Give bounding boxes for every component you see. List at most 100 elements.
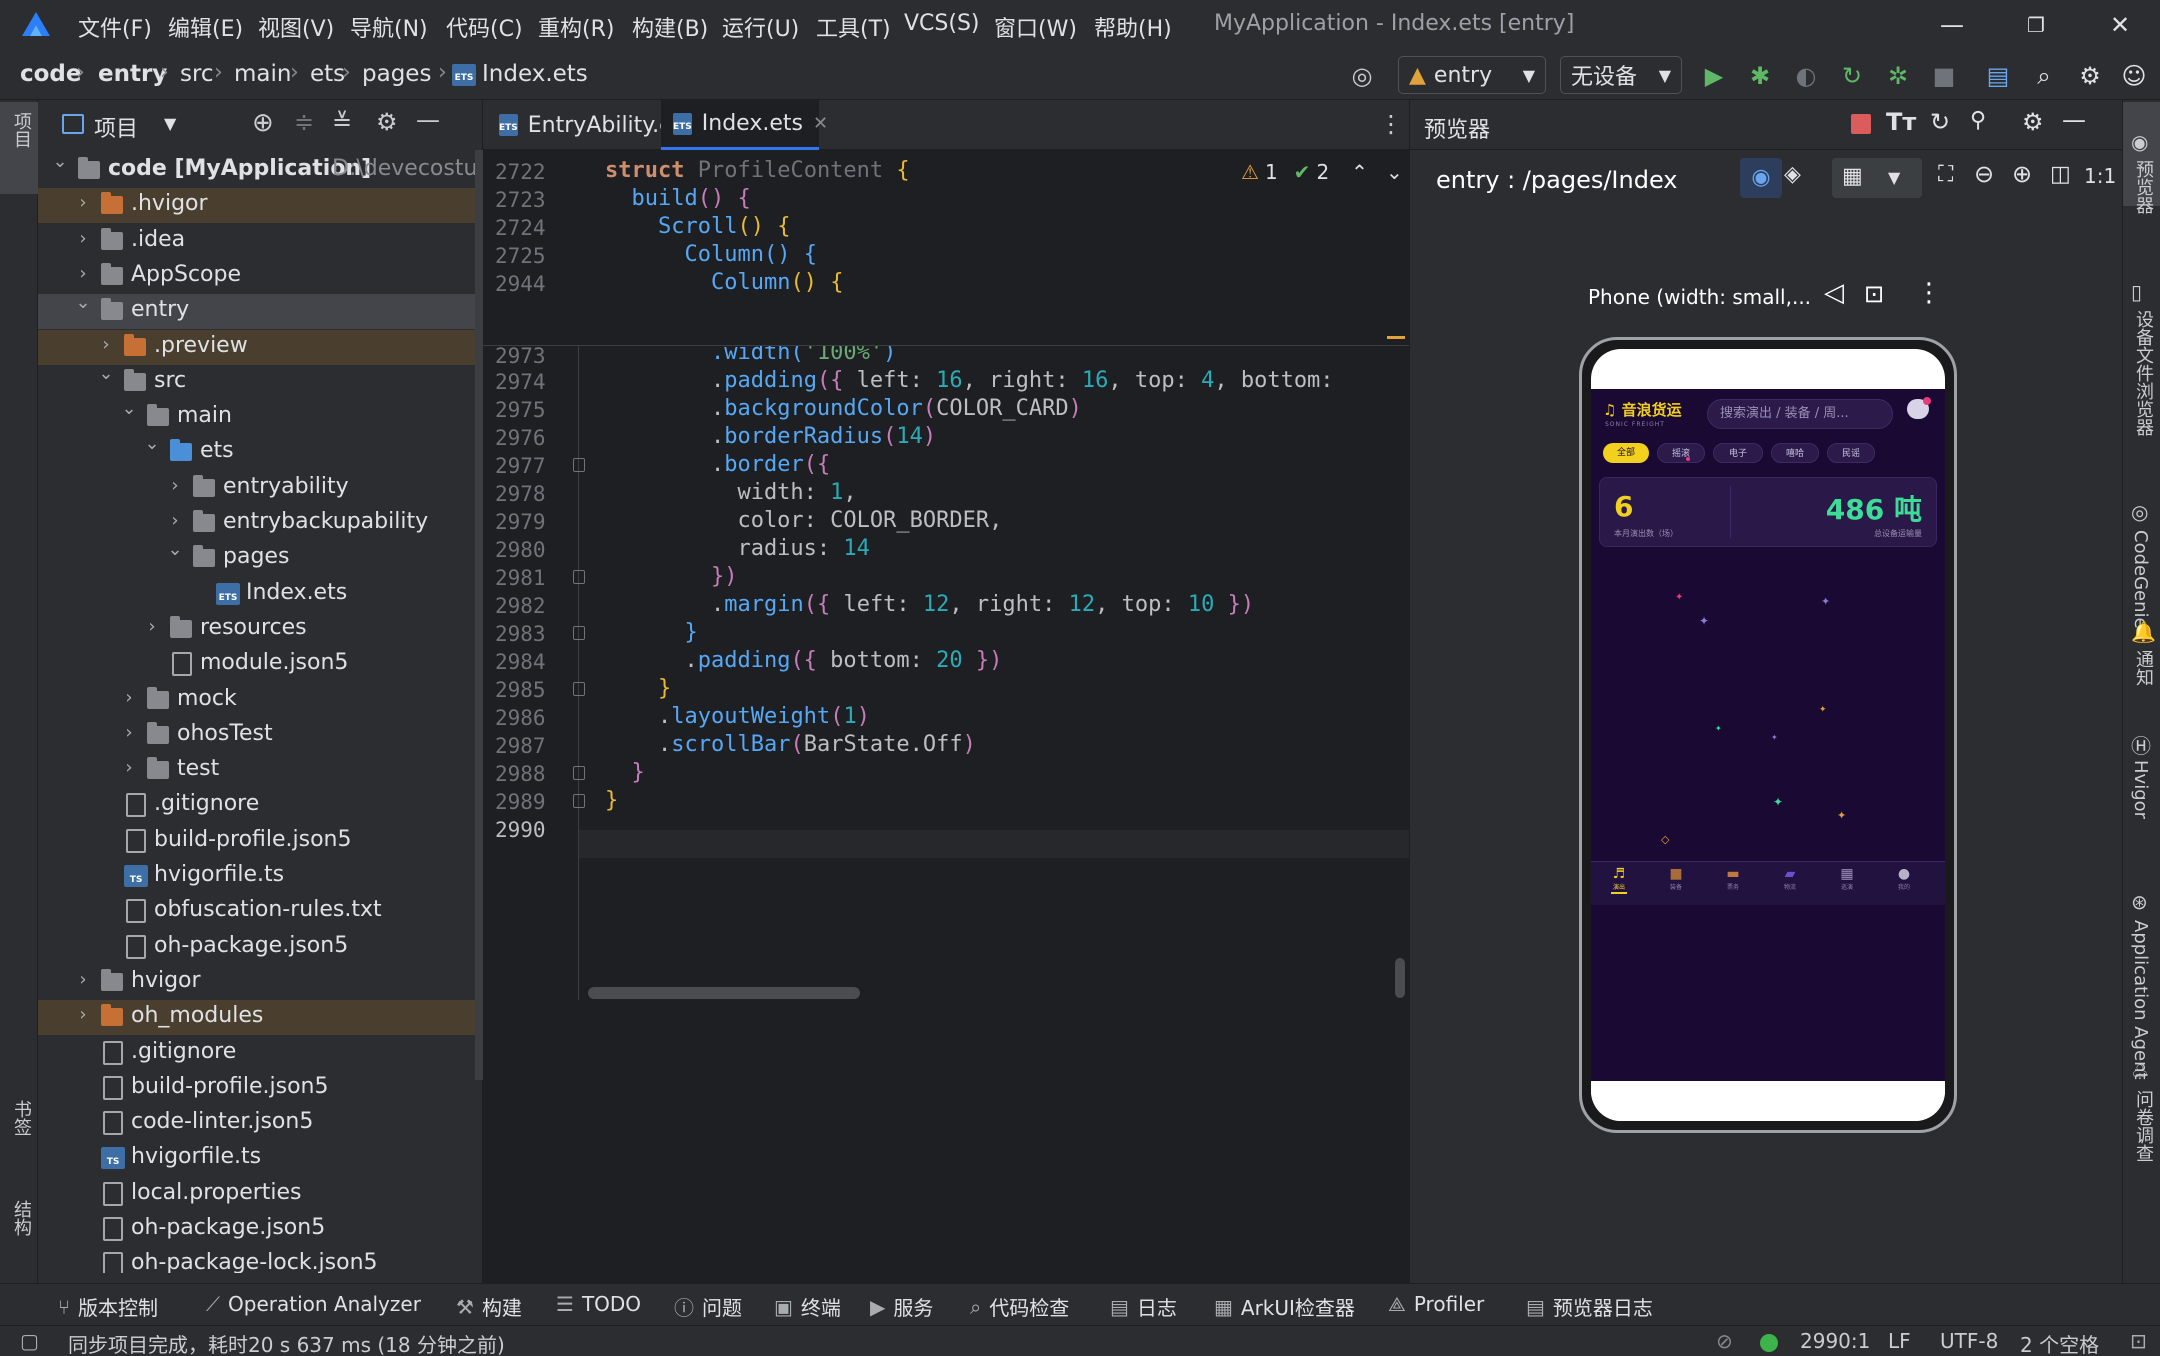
chevron-right-icon[interactable]: ›	[73, 263, 93, 284]
filter-chip[interactable]: 嘻哈	[1771, 443, 1819, 463]
close-icon[interactable]: ✕	[813, 113, 828, 134]
run-config-select[interactable]: ▲ entry ▼	[1398, 56, 1546, 94]
tree-item[interactable]: ⌄ main	[38, 398, 475, 435]
panel-toggle-icon[interactable]: ▢	[20, 1329, 39, 1353]
tree-item[interactable]: › mock	[38, 683, 475, 718]
profile-icon[interactable]: ◐	[1792, 62, 1820, 90]
tree-item[interactable]: ⌄ src	[38, 363, 475, 400]
chevron-up-icon[interactable]: ⌃	[1351, 160, 1368, 184]
inspection-widget[interactable]: ⚠ 1 ✔ 2 ⌃ ⌄	[1241, 160, 1403, 184]
grid-select[interactable]: ▦ ▼	[1832, 158, 1922, 198]
chevron-down-icon[interactable]: ⌄	[119, 398, 139, 419]
tree-item[interactable]: ETS Index.ets	[38, 577, 475, 612]
chevron-right-icon[interactable]: ›	[119, 687, 139, 708]
device-file-icon[interactable]: ▯	[2131, 280, 2142, 304]
chevron-down-icon[interactable]: ▼	[164, 114, 176, 133]
code-line[interactable]: width: 1,	[605, 480, 856, 505]
tree-item[interactable]: obfuscation-rules.txt	[38, 894, 475, 929]
code-line[interactable]: struct ProfileContent {	[605, 158, 910, 183]
tree-item[interactable]: › AppScope	[38, 259, 475, 294]
tool-window-button[interactable]: ▦ ArkUI检查器	[1214, 1292, 1355, 1321]
locate-icon[interactable]: ⊕	[252, 108, 274, 138]
chevron-down-icon[interactable]: ⌄	[165, 539, 185, 560]
menu-item[interactable]: 窗口(W)	[994, 11, 1077, 43]
code-line[interactable]: Column() {	[605, 270, 843, 295]
code-line[interactable]: build() {	[605, 186, 751, 211]
tool-window-button[interactable]: ⚒ 构建	[456, 1292, 522, 1321]
more-options-icon[interactable]: ⋮	[1916, 278, 1942, 308]
tree-item[interactable]: build-profile.json5	[38, 1071, 475, 1106]
menu-item[interactable]: VCS(S)	[904, 11, 980, 36]
app-nav-item[interactable]: ■ 装备	[1656, 866, 1696, 902]
chevron-right-icon[interactable]: ›	[73, 1004, 93, 1025]
close-button[interactable]: ✕	[2100, 8, 2140, 42]
tab-entryability[interactable]: ETS EntryAbility.ets ✕	[487, 100, 718, 150]
tab-index[interactable]: ETS Index.ets ✕	[661, 100, 828, 150]
code-line[interactable]: .borderRadius(14)	[605, 424, 936, 449]
code-line[interactable]: }	[605, 760, 645, 785]
fold-marker-icon[interactable]	[573, 794, 585, 808]
chevron-right-icon[interactable]: ›	[73, 192, 93, 213]
apply-changes-icon[interactable]: ↻	[1838, 62, 1866, 90]
lock-icon[interactable]: ⊡	[2130, 1329, 2147, 1353]
tree-item[interactable]: › .hvigor	[38, 188, 475, 224]
menu-item[interactable]: 代码(C)	[446, 11, 523, 43]
project-panel-title[interactable]: 项目	[94, 111, 138, 143]
menu-item[interactable]: 构建(B)	[632, 11, 708, 43]
code-line[interactable]: .padding({ left: 16, right: 16, top: 4, …	[605, 368, 1347, 393]
tree-item[interactable]: ⌄ entry	[38, 292, 475, 330]
tool-window-button[interactable]: ▤ 预览器日志	[1526, 1292, 1653, 1321]
code-line[interactable]: .scrollBar(BarState.Off)	[605, 732, 976, 757]
fold-marker-icon[interactable]	[573, 682, 585, 696]
code-line[interactable]: color: COLOR_BORDER,	[605, 508, 1002, 533]
tool-window-button[interactable]: ⟁ Profiler	[1388, 1292, 1484, 1316]
stop-preview-icon[interactable]	[1851, 114, 1871, 134]
attach-debugger-icon[interactable]: ✲	[1884, 62, 1912, 90]
pin-icon[interactable]: ⚲	[1970, 108, 1986, 133]
right-tool-label[interactable]: CodeGenie	[2130, 530, 2151, 629]
menu-item[interactable]: 帮助(H)	[1094, 11, 1172, 43]
breadcrumb-item[interactable]: ets	[310, 61, 345, 87]
tool-window-button[interactable]: ▣ 终端	[774, 1292, 841, 1321]
previewer-icon[interactable]: ◉	[2131, 130, 2148, 154]
code-line[interactable]: }	[605, 676, 671, 701]
indent-setting[interactable]: 2 个空格	[2020, 1329, 2099, 1356]
minimize-button[interactable]: —	[1932, 8, 1972, 42]
fold-marker-icon[interactable]	[573, 458, 585, 472]
tool-window-button[interactable]: ⓘ 问题	[674, 1292, 742, 1321]
tool-window-button[interactable]: ▤ 日志	[1110, 1292, 1177, 1321]
tool-window-button[interactable]: ⑂ 版本控制	[58, 1292, 158, 1321]
fold-marker-icon[interactable]	[573, 570, 585, 584]
right-tool-label[interactable]: Application Agent	[2130, 920, 2151, 1080]
device-select[interactable]: 无设备 ▼	[1560, 56, 1682, 94]
bookmarks-tool-label[interactable]: 书签	[8, 1100, 34, 1136]
tool-window-button[interactable]: ⌕ 代码检查	[970, 1292, 1069, 1321]
code-line[interactable]: .width('100%')	[605, 346, 896, 365]
tree-item[interactable]: › .preview	[38, 329, 475, 365]
chevron-right-icon[interactable]: ›	[165, 510, 185, 531]
code-line[interactable]: .layoutWeight(1)	[605, 704, 870, 729]
codegenie-icon[interactable]: ◎	[2131, 500, 2148, 524]
search-icon[interactable]: ⌕	[2030, 62, 2058, 90]
filter-chip[interactable]: 民谣	[1827, 443, 1875, 463]
app-nav-item[interactable]: ♬ 演出	[1599, 866, 1639, 902]
filter-chip[interactable]: 电子	[1713, 443, 1763, 463]
tree-item[interactable]: › .idea	[38, 224, 475, 259]
agent-icon[interactable]: ⊛	[2131, 890, 2148, 914]
zoom-in-icon[interactable]: ⊕	[2012, 160, 2032, 188]
target-icon[interactable]: ◎	[1348, 62, 1376, 90]
caret-position[interactable]: 2990:1	[1800, 1329, 1870, 1353]
app-nav-item[interactable]: ▦ 巡演	[1827, 866, 1867, 902]
fold-marker-icon[interactable]	[573, 766, 585, 780]
vertical-scrollbar[interactable]	[1395, 958, 1405, 998]
code-line[interactable]: radius: 14	[605, 536, 869, 561]
right-tool-label[interactable]: 设备文件浏览器	[2130, 310, 2156, 436]
code-line[interactable]: })	[605, 564, 738, 589]
chevron-right-icon[interactable]: ›	[73, 228, 93, 249]
menu-item[interactable]: 工具(T)	[816, 11, 891, 43]
breadcrumb-item[interactable]: entry	[98, 61, 167, 87]
chevron-right-icon[interactable]: ›	[96, 334, 116, 355]
tree-item[interactable]: › entrybackupability	[38, 506, 475, 541]
chevron-down-icon[interactable]: ⌄	[1386, 160, 1403, 184]
status-message[interactable]: 同步项目完成，耗时20 s 637 ms (18 分钟之前)	[68, 1329, 505, 1356]
